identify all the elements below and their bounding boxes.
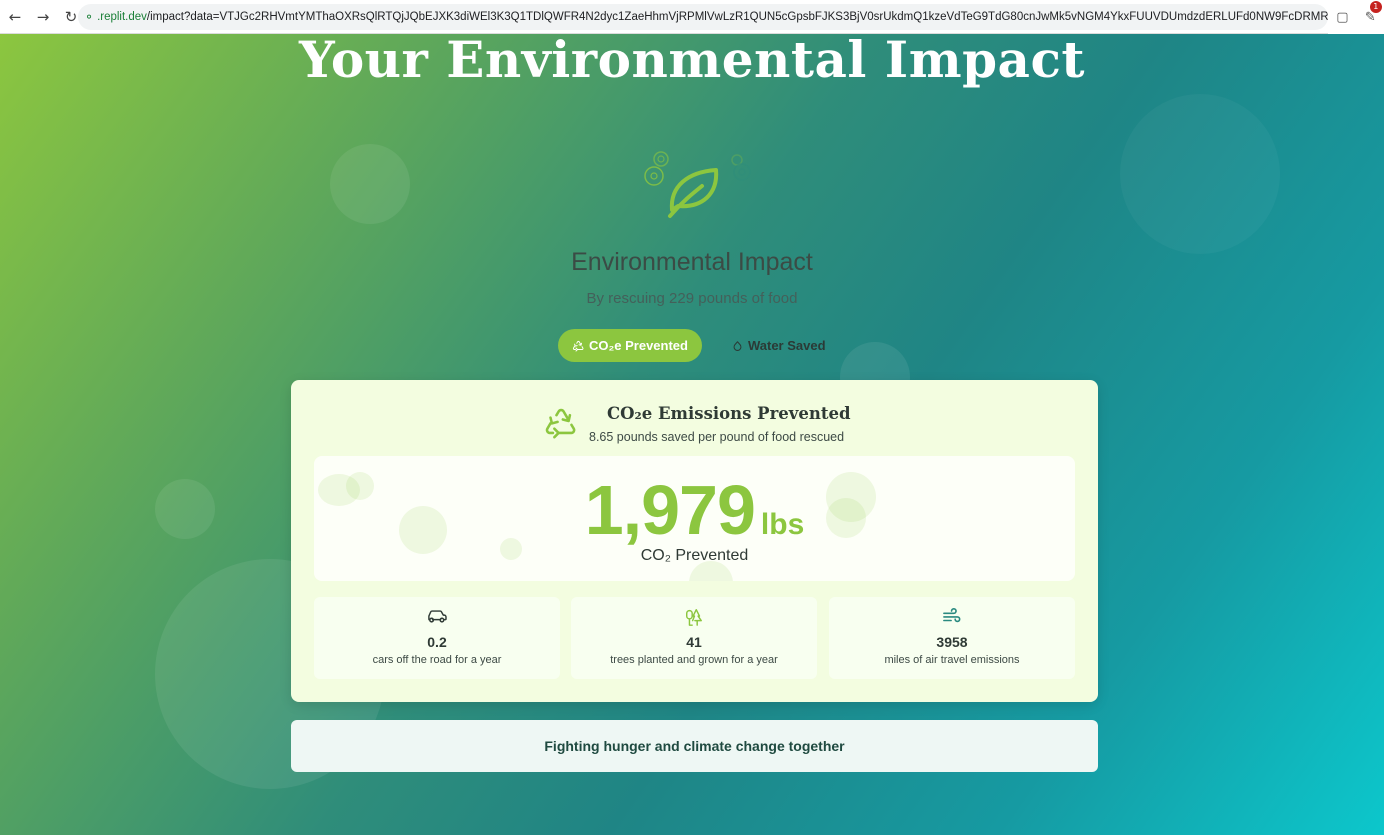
leaf-illustration: [640, 146, 760, 226]
back-icon[interactable]: ←: [2, 4, 28, 30]
card-subtitle: 8.65 pounds saved per pound of food resc…: [589, 430, 845, 444]
stat-cars-label: cars off the road for a year: [372, 654, 502, 666]
impact-page: Your Environmental Impact Environmental …: [0, 34, 1384, 835]
address-bar[interactable]: ⚬ .replit.dev /impact?data=VTJGc2RHVmtYM…: [78, 4, 1328, 30]
impact-tabs: CO₂e Prevented Water Saved: [558, 329, 840, 362]
url-path: /impact?data=VTJGc2RHVmtYMThaOXRsQlRTQjJ…: [146, 11, 1328, 23]
stat-air-value: 3958: [936, 634, 968, 650]
card-title: CO₂e Emissions Prevented: [607, 404, 851, 423]
stat-air-label: miles of air travel emissions: [884, 654, 1020, 666]
page-title: Your Environmental Impact: [298, 34, 1085, 89]
tab-water-saved[interactable]: Water Saved: [718, 329, 840, 362]
cast-icon[interactable]: ▢: [1336, 10, 1348, 25]
card-header: CO₂e Emissions Prevented 8.65 pounds sav…: [291, 400, 1098, 450]
section-subtitle: By rescuing 229 pounds of food: [586, 290, 798, 307]
decor-bubble: [155, 479, 215, 539]
trees-icon: [686, 609, 702, 626]
stat-air-travel: 3958 miles of air travel emissions: [829, 597, 1075, 679]
co2-total-unit: lbs: [760, 508, 805, 541]
stat-cars-value: 0.2: [427, 634, 447, 650]
co2-total: 1,979 lbs: [314, 470, 1075, 550]
tab-co2-label: CO₂e Prevented: [589, 338, 688, 353]
tagline-banner: Fighting hunger and climate change toget…: [291, 720, 1098, 772]
co2-total-panel: 1,979 lbs CO₂ Prevented: [314, 456, 1075, 581]
stat-cars: 0.2 cars off the road for a year: [314, 597, 560, 679]
stat-trees-value: 41: [686, 634, 702, 650]
forward-icon[interactable]: →: [30, 4, 56, 30]
extension-badge: 1: [1369, 0, 1382, 13]
tab-co2-prevented[interactable]: CO₂e Prevented: [558, 329, 702, 362]
droplet-icon: [733, 340, 742, 351]
co2-card: CO₂e Emissions Prevented 8.65 pounds sav…: [291, 380, 1098, 702]
browser-toolbar: ← → ↻ ⚬ .replit.dev /impact?data=VTJGc2R…: [0, 0, 1384, 34]
tagline-text: Fighting hunger and climate change toget…: [544, 738, 845, 754]
decor-bubble: [330, 144, 410, 224]
co2-total-label: CO₂ Prevented: [640, 547, 749, 564]
recycle-icon: [545, 408, 576, 439]
tab-water-label: Water Saved: [747, 338, 826, 353]
leaf-icon: [644, 151, 751, 218]
recycle-icon: [572, 340, 584, 351]
car-icon: [428, 610, 447, 623]
stat-trees: 41 trees planted and grown for a year: [571, 597, 817, 679]
extension-icon[interactable]: ✎ 1: [1365, 0, 1382, 25]
stat-trees-label: trees planted and grown for a year: [610, 654, 778, 666]
co2-total-value: 1,979: [584, 471, 756, 549]
decor-bubble: [1120, 94, 1280, 254]
section-title: Environmental Impact: [571, 248, 813, 276]
wind-icon: [943, 608, 961, 623]
link-icon: ⚬: [84, 10, 95, 24]
toolbar-right: ▢ ✎ 1: [1328, 0, 1384, 34]
url-host: .replit.dev: [97, 11, 147, 23]
